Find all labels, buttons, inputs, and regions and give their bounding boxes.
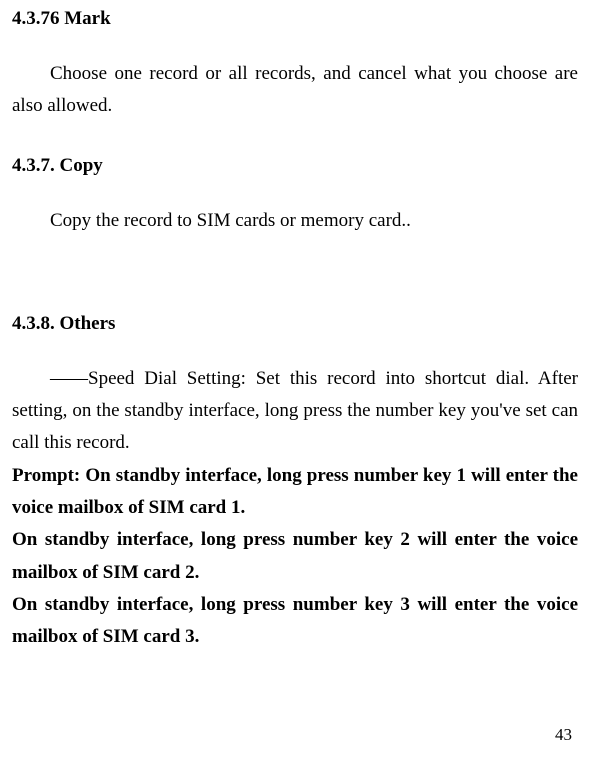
section-body-others-prompt2: On standby interface, long press number … — [12, 524, 578, 589]
section-heading-mark: 4.3.76 Mark — [12, 8, 578, 30]
section-heading-others: 4.3.8. Others — [12, 313, 578, 335]
section-heading-copy: 4.3.7. Copy — [12, 155, 578, 177]
page-number: 43 — [555, 725, 572, 745]
section-body-others-prompt3: On standby interface, long press number … — [12, 589, 578, 654]
section-body-copy: Copy the record to SIM cards or memory c… — [12, 205, 578, 237]
section-body-others-speed-dial: ――Speed Dial Setting: Set this record in… — [12, 363, 578, 460]
section-body-others-prompt1: Prompt: On standby interface, long press… — [12, 460, 578, 525]
section-body-mark: Choose one record or all records, and ca… — [12, 58, 578, 123]
